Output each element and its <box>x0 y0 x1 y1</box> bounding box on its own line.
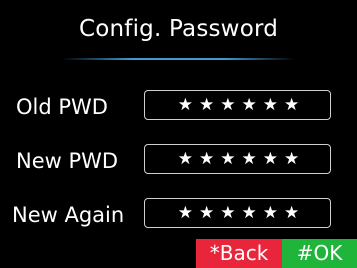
new-password-label: New PWD <box>16 149 119 173</box>
confirm-password-row: New Again ★★★★★★ <box>0 196 357 234</box>
old-password-label: Old PWD <box>16 95 108 119</box>
new-password-field[interactable]: ★★★★★★ <box>144 144 331 174</box>
page-title: Config. Password <box>78 16 279 42</box>
back-button[interactable]: *Back <box>196 239 282 268</box>
title-divider <box>62 58 295 60</box>
confirm-password-field[interactable]: ★★★★★★ <box>144 198 331 228</box>
confirm-password-label: New Again <box>12 203 125 227</box>
old-password-row: Old PWD ★★★★★★ <box>0 88 357 126</box>
ok-button[interactable]: #OK <box>282 239 357 268</box>
new-password-row: New PWD ★★★★★★ <box>0 142 357 180</box>
old-password-field[interactable]: ★★★★★★ <box>144 90 331 120</box>
config-password-screen: Config. Password Old PWD ★★★★★★ New PWD … <box>0 0 357 268</box>
